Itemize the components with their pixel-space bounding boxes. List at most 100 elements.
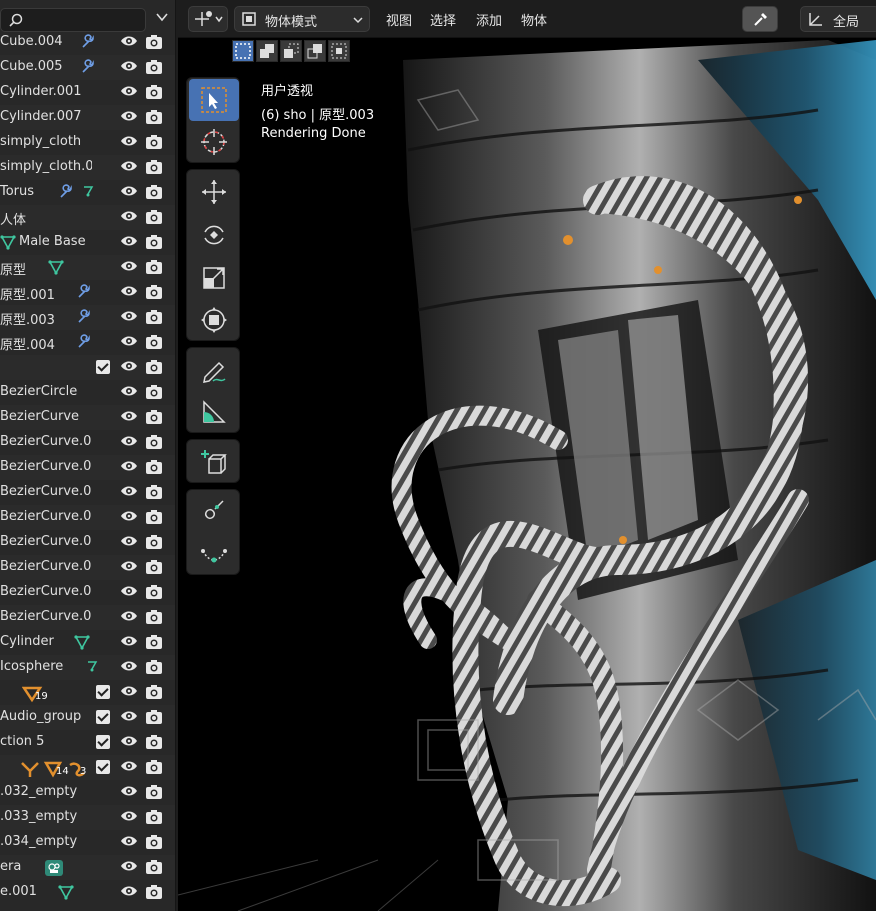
eye-icon[interactable] — [120, 59, 138, 75]
eye-icon[interactable] — [120, 709, 138, 725]
menu-object[interactable]: 物体 — [521, 10, 547, 29]
mode-dropdown[interactable]: 物体模式 — [234, 6, 370, 32]
transform-tool[interactable] — [189, 299, 239, 341]
render-camera-icon[interactable] — [145, 834, 163, 850]
mesh-data-icon[interactable] — [74, 634, 90, 654]
wrench-icon[interactable] — [76, 284, 92, 304]
eye-icon[interactable] — [120, 209, 138, 225]
menu-view[interactable]: 视图 — [386, 10, 412, 29]
measure-tool[interactable] — [189, 391, 239, 433]
outliner-row[interactable]: 14 3 — [0, 755, 175, 780]
render-camera-icon[interactable] — [145, 159, 163, 175]
menu-select[interactable]: 选择 — [430, 10, 456, 29]
eye-icon[interactable] — [120, 859, 138, 875]
outliner-row[interactable]: 人体 — [0, 205, 175, 230]
cursor-tool[interactable] — [189, 121, 239, 163]
outliner-row[interactable]: 原型 — [0, 255, 175, 280]
outliner-row[interactable]: Cylinder — [0, 630, 175, 655]
render-camera-icon[interactable] — [145, 759, 163, 775]
outliner-row[interactable]: 19 — [0, 680, 175, 705]
render-camera-icon[interactable] — [145, 134, 163, 150]
outliner-row[interactable]: BezierCurve.00 — [0, 530, 175, 555]
eyedropper-button[interactable] — [742, 6, 778, 32]
annotate-tool[interactable] — [189, 349, 239, 391]
wrench-icon[interactable] — [58, 184, 74, 204]
render-camera-icon[interactable] — [145, 709, 163, 725]
shear-tool[interactable] — [189, 491, 239, 533]
outliner-row[interactable]: BezierCurve.00 — [0, 430, 175, 455]
vertex-group-icon[interactable] — [86, 659, 98, 679]
outliner-row[interactable]: BezierCurve — [0, 405, 175, 430]
eye-icon[interactable] — [120, 159, 138, 175]
outliner-row[interactable]: Audio_group — [0, 705, 175, 730]
render-camera-icon[interactable] — [145, 784, 163, 800]
eye-icon[interactable] — [120, 634, 138, 650]
spin-tool[interactable] — [189, 533, 239, 575]
render-camera-icon[interactable] — [145, 184, 163, 200]
move-tool[interactable] — [189, 171, 239, 213]
eye-icon[interactable] — [120, 84, 138, 100]
outliner-row[interactable]: 原型.001 — [0, 280, 175, 305]
wrench-icon[interactable] — [80, 59, 96, 79]
exclude-checkbox[interactable] — [96, 735, 110, 749]
eye-icon[interactable] — [120, 559, 138, 575]
outliner-row[interactable] — [0, 355, 175, 380]
outliner-row[interactable]: BezierCurve.00 — [0, 480, 175, 505]
render-camera-icon[interactable] — [145, 109, 163, 125]
outliner-row[interactable]: Male Base — [0, 230, 175, 255]
render-camera-icon[interactable] — [145, 534, 163, 550]
eye-icon[interactable] — [120, 684, 138, 700]
wrench-icon[interactable] — [76, 334, 92, 354]
exclude-checkbox[interactable] — [96, 710, 110, 724]
render-camera-icon[interactable] — [145, 384, 163, 400]
render-camera-icon[interactable] — [145, 459, 163, 475]
outliner-row[interactable]: BezierCurve.02 — [0, 605, 175, 630]
outliner-row[interactable]: era — [0, 855, 175, 880]
select-intersect-button[interactable] — [328, 40, 350, 62]
menu-add[interactable]: 添加 — [476, 10, 502, 29]
select-invert-button[interactable] — [304, 40, 326, 62]
outliner-row[interactable]: 原型.004 — [0, 330, 175, 355]
render-camera-icon[interactable] — [145, 884, 163, 900]
select-extend-button[interactable] — [256, 40, 278, 62]
render-camera-icon[interactable] — [145, 259, 163, 275]
eye-icon[interactable] — [120, 109, 138, 125]
outliner-row[interactable]: BezierCurve.01 — [0, 580, 175, 605]
eye-icon[interactable] — [120, 509, 138, 525]
render-camera-icon[interactable] — [145, 684, 163, 700]
eye-icon[interactable] — [120, 334, 138, 350]
eye-icon[interactable] — [120, 484, 138, 500]
select-box-tool[interactable] — [189, 79, 239, 121]
render-camera-icon[interactable] — [145, 584, 163, 600]
eye-icon[interactable] — [120, 309, 138, 325]
outliner-row[interactable]: BezierCurve.00 — [0, 455, 175, 480]
outliner-row[interactable]: Torus — [0, 180, 175, 205]
select-new-button[interactable] — [232, 40, 254, 62]
render-camera-icon[interactable] — [145, 859, 163, 875]
orientation-dropdown[interactable]: 全局 — [800, 6, 876, 32]
eye-icon[interactable] — [120, 34, 138, 50]
outliner-row[interactable]: Cylinder.007 — [0, 105, 175, 130]
mesh-data-icon[interactable] — [48, 259, 64, 279]
eye-icon[interactable] — [120, 584, 138, 600]
render-camera-icon[interactable] — [145, 359, 163, 375]
render-camera-icon[interactable] — [145, 809, 163, 825]
outliner-row[interactable]: Cube.005 — [0, 55, 175, 80]
outliner-row[interactable]: simply_cloth — [0, 130, 175, 155]
render-camera-icon[interactable] — [145, 409, 163, 425]
view-type-dropdown[interactable] — [188, 6, 228, 32]
render-camera-icon[interactable] — [145, 509, 163, 525]
render-camera-icon[interactable] — [145, 84, 163, 100]
rotate-tool[interactable] — [189, 214, 239, 256]
eye-icon[interactable] — [120, 884, 138, 900]
outliner-row[interactable]: .034_empty — [0, 830, 175, 855]
eye-icon[interactable] — [120, 834, 138, 850]
scale-tool[interactable] — [189, 257, 239, 299]
eye-icon[interactable] — [120, 434, 138, 450]
outliner-row[interactable]: Cylinder.001 — [0, 80, 175, 105]
filter-icon[interactable] — [155, 10, 173, 30]
eye-icon[interactable] — [120, 784, 138, 800]
eye-icon[interactable] — [120, 609, 138, 625]
outliner-row[interactable]: .033_empty — [0, 805, 175, 830]
add-cube-tool[interactable] — [189, 441, 239, 483]
